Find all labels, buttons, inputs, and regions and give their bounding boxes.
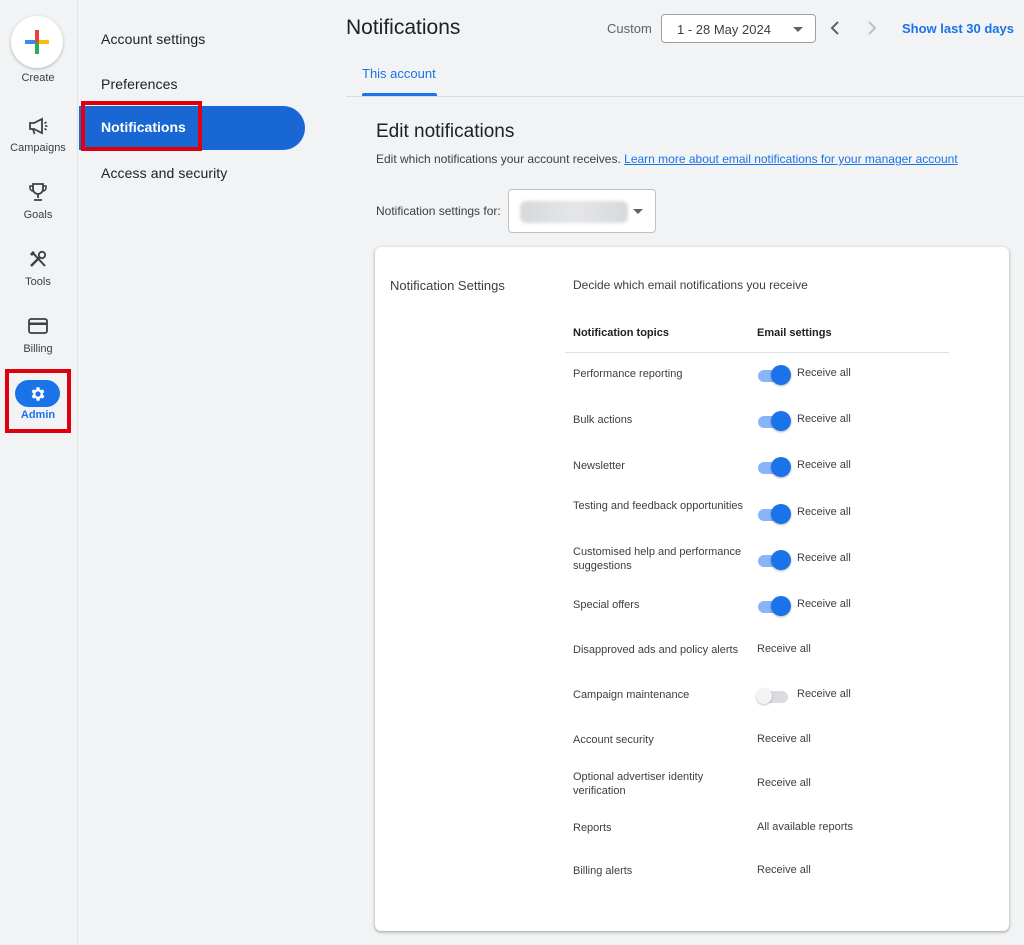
topic-label: Billing alerts xyxy=(573,865,633,877)
email-toggle[interactable] xyxy=(756,365,792,385)
email-setting-value: Receive all xyxy=(797,367,851,379)
table-row: Optional advertiser identity verificatio… xyxy=(375,765,1009,805)
left-rail: Create Campaigns Goals Tools Billing Adm… xyxy=(0,0,78,945)
topic-label: Testing and feedback opportunities xyxy=(573,500,744,512)
email-setting-value: Receive all xyxy=(757,643,811,655)
table-row: Campaign maintenance Receive all xyxy=(375,676,1009,716)
admin-gear-icon[interactable] xyxy=(15,380,60,407)
show-last-30-days-button[interactable]: Show last 30 days xyxy=(902,21,1014,36)
email-setting-value: Receive all xyxy=(797,413,851,425)
learn-more-link[interactable]: Learn more about email notifications for… xyxy=(624,152,958,166)
table-row: Billing alerts Receive all xyxy=(375,852,1009,892)
email-setting-value: Receive all xyxy=(797,459,851,471)
rail-item-goals[interactable]: Goals xyxy=(0,209,76,221)
toggle-thumb xyxy=(771,550,791,570)
toggle-thumb xyxy=(771,457,791,477)
subnav-item-account-settings[interactable]: Account settings xyxy=(101,31,205,47)
admin-subnav: Account settings Preferences Notificatio… xyxy=(79,0,345,945)
card-subtitle: Decide which email notifications you rec… xyxy=(573,278,808,292)
create-label: Create xyxy=(21,72,55,84)
table-row: Testing and feedback opportunities Receiv… xyxy=(375,494,1009,534)
custom-range-label: Custom xyxy=(607,21,652,36)
toggle-thumb xyxy=(771,365,791,385)
campaigns-megaphone-icon[interactable] xyxy=(24,114,52,138)
topic-label: Optional advertiser identity verificatio… xyxy=(573,771,704,797)
blurred-account-name xyxy=(520,201,628,223)
date-range-select[interactable]: 1 - 28 May 2024 xyxy=(661,14,816,43)
toggle-thumb xyxy=(771,504,791,524)
notification-settings-card: Notification Settings Decide which email… xyxy=(375,247,1009,931)
table-row: Disapproved ads and policy alerts Receive… xyxy=(375,631,1009,671)
topic-label: Disapproved ads and policy alerts xyxy=(573,644,739,656)
email-setting-value: Receive all xyxy=(797,506,851,518)
header-divider xyxy=(565,352,949,353)
topic-label: Account security xyxy=(573,734,654,746)
toggle-thumb xyxy=(771,411,791,431)
table-row: Newsletter Receive all xyxy=(375,447,1009,487)
section-description: Edit which notifications your account re… xyxy=(376,152,958,166)
goals-trophy-icon[interactable] xyxy=(24,180,52,204)
description-text: Edit which notifications your account re… xyxy=(376,152,621,166)
account-select[interactable] xyxy=(508,189,656,233)
table-row: Performance reporting Receive all xyxy=(375,355,1009,395)
table-row: Bulk actions Receive all xyxy=(375,401,1009,441)
card-title: Notification Settings xyxy=(390,278,505,293)
topic-label: Campaign maintenance xyxy=(573,689,690,701)
toggle-thumb xyxy=(756,688,772,704)
rail-item-campaigns[interactable]: Campaigns xyxy=(0,142,76,154)
chevron-down-icon xyxy=(793,27,803,32)
column-header-topics: Notification topics xyxy=(573,327,669,339)
table-row: Account security Receive all xyxy=(375,721,1009,761)
date-range-value: 1 - 28 May 2024 xyxy=(677,22,771,37)
email-toggle[interactable] xyxy=(756,596,792,616)
column-header-email-settings: Email settings xyxy=(757,327,832,339)
email-toggle[interactable] xyxy=(756,411,792,431)
rail-item-tools[interactable]: Tools xyxy=(0,276,76,288)
settings-for-label: Notification settings for: xyxy=(376,204,501,218)
create-button[interactable] xyxy=(11,16,63,68)
tab-this-account[interactable]: This account xyxy=(362,66,436,81)
tab-divider xyxy=(346,96,1024,97)
table-row: Reports All available reports xyxy=(375,809,1009,849)
topic-label: Customised help and performance suggesti… xyxy=(573,546,742,572)
topic-label: Performance reporting xyxy=(573,368,683,380)
subnav-item-notifications-label: Notifications xyxy=(101,119,186,135)
rail-item-billing[interactable]: Billing xyxy=(0,343,76,355)
chevron-right-icon[interactable] xyxy=(861,16,883,40)
section-title: Edit notifications xyxy=(376,121,515,142)
email-setting-value: All available reports xyxy=(757,821,853,833)
email-toggle[interactable] xyxy=(756,457,792,477)
email-toggle[interactable] xyxy=(756,504,792,524)
billing-card-icon[interactable] xyxy=(24,314,52,338)
table-row: Customised help and performance suggesti… xyxy=(375,540,1009,580)
email-setting-value: Receive all xyxy=(757,777,811,789)
subnav-item-notifications[interactable]: Notifications xyxy=(79,106,305,150)
email-setting-value: Receive all xyxy=(757,733,811,745)
email-setting-value: Receive all xyxy=(797,598,851,610)
subnav-item-access-security[interactable]: Access and security xyxy=(101,165,227,181)
email-setting-value: Receive all xyxy=(797,552,851,564)
table-row: Special offers Receive all xyxy=(375,586,1009,626)
tools-icon[interactable] xyxy=(24,247,52,271)
email-setting-value: Receive all xyxy=(757,864,811,876)
email-toggle[interactable] xyxy=(756,550,792,570)
rail-item-admin[interactable]: Admin xyxy=(0,409,76,421)
email-setting-value: Receive all xyxy=(797,688,851,700)
topic-label: Bulk actions xyxy=(573,414,633,426)
page-title: Notifications xyxy=(346,16,461,39)
topic-label: Special offers xyxy=(573,599,640,611)
toggle-thumb xyxy=(771,596,791,616)
topic-label: Reports xyxy=(573,822,612,834)
chevron-down-icon xyxy=(633,209,643,214)
topic-label: Newsletter xyxy=(573,460,625,472)
subnav-item-preferences[interactable]: Preferences xyxy=(101,76,178,92)
plus-icon xyxy=(25,30,49,54)
email-toggle[interactable] xyxy=(756,686,792,706)
chevron-left-icon[interactable] xyxy=(824,16,846,40)
